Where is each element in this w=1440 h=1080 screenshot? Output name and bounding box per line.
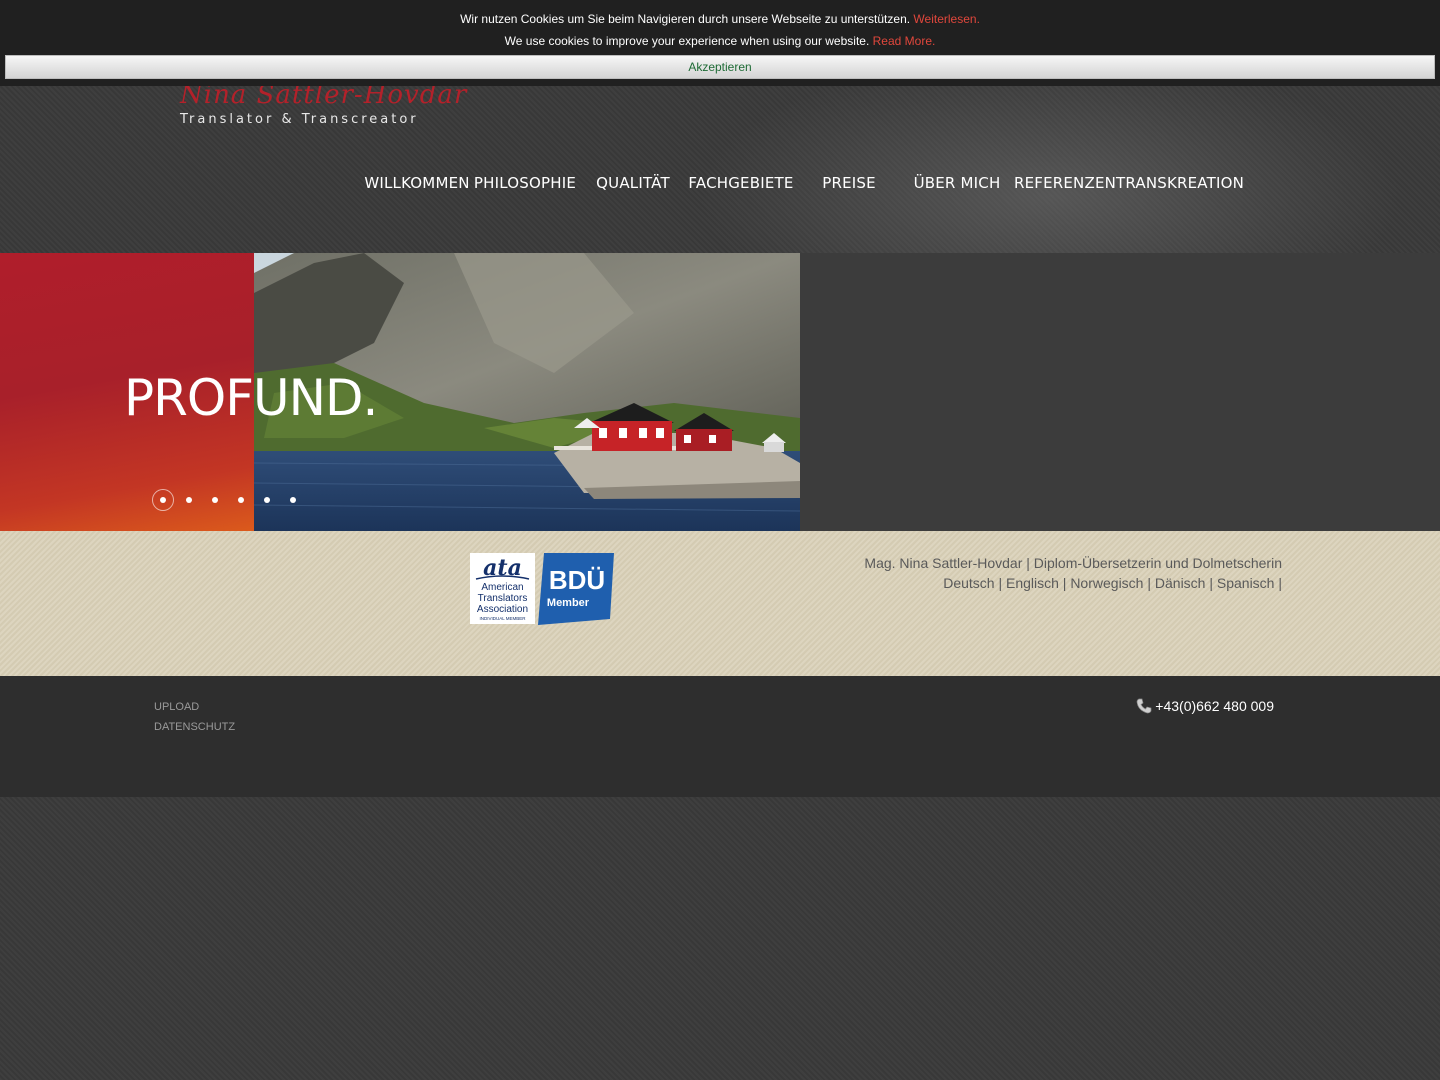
phone-number: +43(0)662 480 009 [1155,698,1274,714]
ata-logo-line-4: INDIVIDUAL MEMBER [479,616,526,621]
hero-slider: PROFUND. [0,253,1440,531]
bdu-logo-member: Member [547,597,590,609]
info-band: ata American Translators Association IND… [0,531,1440,676]
contact-summary: Mag. Nina Sattler-Hovdar | Diplom-Überse… [864,553,1282,593]
cookie-banner: Wir nutzen Cookies um Sie beim Navigiere… [0,0,1440,86]
hero-title: PROFUND. [124,369,378,427]
ata-logo-graphic: ata American Translators Association IND… [475,555,530,621]
phone-icon [1136,698,1152,714]
cookie-read-more-en-link[interactable]: Read More. [873,34,936,48]
footer-upload-link[interactable]: UPLOAD [154,701,199,713]
site-footer: UPLOAD DATENSCHUTZ +43(0)662 480 009 [0,676,1440,797]
bdu-member-logo[interactable]: BDÜ Member [538,553,614,625]
logo-tagline: Translator & Transcreator [180,112,419,127]
slider-dot-2[interactable] [178,489,200,511]
cookie-read-more-de-link[interactable]: Weiterlesen. [913,12,979,26]
phone-contact[interactable]: +43(0)662 480 009 [1136,698,1274,714]
nav-item-qualitaet[interactable]: QUALITÄT [596,174,670,192]
nav-item-transkreation[interactable]: TRANSKREATION [1116,174,1244,192]
slider-dot-3[interactable] [204,489,226,511]
hero-dark-panel [800,253,1440,531]
nav-item-willkommen[interactable]: WILLKOMMEN [364,174,469,192]
slider-dot-1[interactable] [152,489,174,511]
cookie-text-en: We use cookies to improve your experienc… [0,34,1440,48]
cookie-text-de: Wir nutzen Cookies um Sie beim Navigiere… [0,12,1440,26]
site-header: Nina Sattler-Hovdar Translator & Transcr… [0,80,1440,253]
languages-line: Deutsch | Englisch | Norwegisch | Dänisc… [943,575,1282,591]
nav-item-fachgebiete[interactable]: FACHGEBIETE [688,174,793,192]
cookie-text-de-label: Wir nutzen Cookies um Sie beim Navigiere… [460,12,911,26]
nav-item-preise[interactable]: PREISE [822,174,876,192]
nav-item-referenzen[interactable]: REFERENZEN [1014,174,1116,192]
cookie-text-en-label: We use cookies to improve your experienc… [504,34,870,48]
bdu-logo-mark: BDÜ [549,565,605,595]
ata-member-logo[interactable]: ata American Translators Association IND… [470,553,535,624]
slider-dot-5[interactable] [256,489,278,511]
nav-item-ueber-mich[interactable]: ÜBER MICH [914,174,1001,192]
slider-dot-4[interactable] [230,489,252,511]
cookie-accept-button[interactable]: Akzeptieren [5,55,1435,79]
ata-logo-line-2: Translators [478,593,528,604]
ata-logo-line-1: American [481,582,523,593]
main-nav: WILLKOMMEN PHILOSOPHIE QUALITÄT FACHGEBI… [0,174,1440,198]
bdu-logo-graphic: BDÜ Member [538,553,614,625]
credentials-line: Mag. Nina Sattler-Hovdar | Diplom-Überse… [864,555,1282,571]
nav-item-philosophie[interactable]: PHILOSOPHIE [474,174,576,192]
footer-privacy-link[interactable]: DATENSCHUTZ [154,721,235,733]
ata-logo-line-3: Association [477,604,528,615]
slider-dot-6[interactable] [282,489,304,511]
